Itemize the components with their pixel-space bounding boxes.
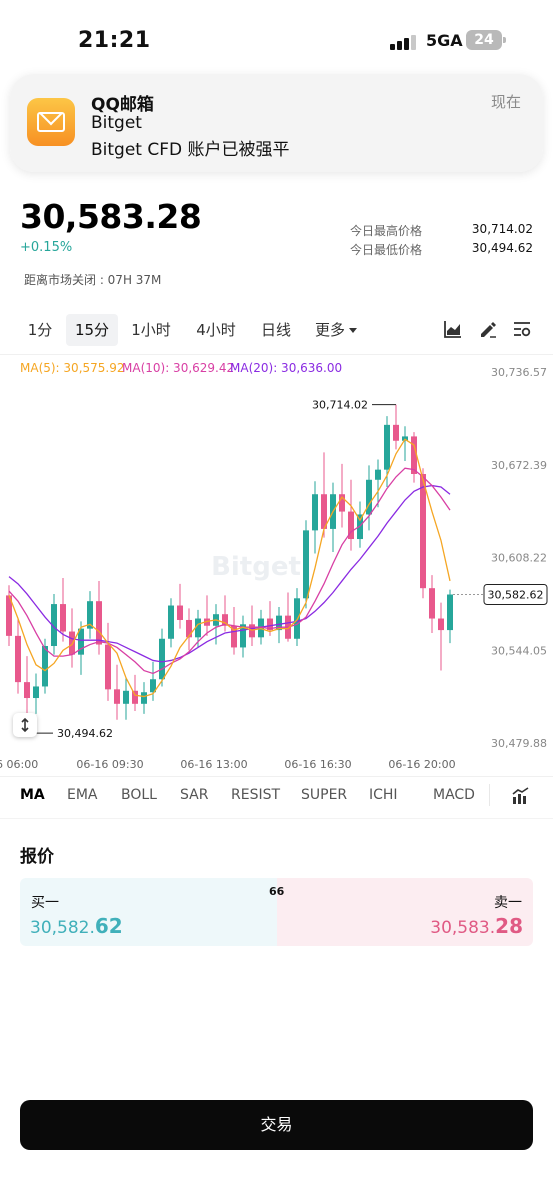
- network-type: 5GA: [426, 31, 463, 50]
- candle-body: [294, 598, 300, 639]
- ask-price: 30,583.28: [430, 914, 523, 938]
- x-tick-label: 6 06:00: [0, 758, 38, 771]
- candle-body: [420, 473, 426, 589]
- candle-body: [312, 494, 318, 531]
- y-tick-label: 30,479.88: [491, 737, 547, 750]
- candle-body: [105, 644, 111, 690]
- candle-body: [393, 424, 399, 441]
- x-tick-label: 06-16 16:30: [284, 758, 351, 771]
- candle-body: [168, 605, 174, 639]
- chart-resize-button[interactable]: [13, 713, 37, 737]
- notification-banner[interactable]: QQ邮箱 Bitget Bitget CFD 账户已被强平 现在: [10, 74, 543, 172]
- indicator-tab-boll[interactable]: BOLL: [121, 787, 157, 803]
- candle-body: [249, 624, 255, 638]
- tab-interval-more[interactable]: 更多: [310, 314, 362, 346]
- indicator-chart-icon[interactable]: [511, 786, 531, 806]
- tab-interval-15m[interactable]: 15分: [66, 314, 118, 346]
- tab-interval-1m[interactable]: 1分: [22, 314, 58, 346]
- candle-body: [438, 618, 444, 631]
- tab-interval-day[interactable]: 日线: [254, 314, 298, 346]
- candle-body: [96, 601, 102, 645]
- candle-body: [375, 469, 381, 480]
- candle-body: [123, 690, 129, 704]
- y-tick-label: 30,672.39: [491, 459, 547, 472]
- bid-panel[interactable]: 买一 30,582.62: [20, 878, 277, 946]
- chart-watermark: Bitget: [211, 552, 301, 582]
- area-chart-icon[interactable]: [443, 319, 463, 339]
- spread-value: 66: [269, 885, 285, 898]
- indicator-tab-sar[interactable]: SAR: [180, 787, 208, 803]
- candle-body: [69, 631, 75, 655]
- market-close-countdown: 距离市场关闭 : 07H 37M: [24, 273, 162, 287]
- indicator-tab-ma[interactable]: MA: [20, 787, 45, 803]
- candle-body: [447, 594, 453, 631]
- draw-tool-icon[interactable]: [478, 319, 498, 339]
- ask-label: 卖一: [494, 895, 522, 911]
- trade-button[interactable]: 交易: [20, 1100, 533, 1150]
- day-low-value: 30,494.62: [471, 241, 533, 255]
- candle-body: [186, 619, 192, 638]
- chart-settings-icon[interactable]: [512, 319, 532, 339]
- notification-time: 现在: [490, 93, 521, 111]
- indicator-tab-ema[interactable]: EMA: [67, 787, 98, 803]
- bid-price-decimal: 62: [94, 914, 123, 938]
- caret-down-icon: [349, 328, 357, 333]
- candle-body: [132, 690, 138, 704]
- candle-body: [60, 604, 66, 632]
- notification-app-name: QQ邮箱: [91, 95, 154, 115]
- candle-body: [15, 635, 21, 683]
- ask-price-main: 30,583.: [430, 918, 496, 938]
- current-price: 30,583.28: [20, 197, 202, 236]
- candle-body: [177, 605, 183, 620]
- candle-body: [384, 424, 390, 470]
- indicator-tab-macd[interactable]: MACD: [433, 787, 475, 803]
- notification-message: Bitget CFD 账户已被强平: [91, 140, 290, 160]
- tab-interval-4h[interactable]: 4小时: [188, 314, 244, 346]
- y-tick-label: 30,736.57: [491, 366, 547, 379]
- x-tick-label: 06-16 13:00: [180, 758, 247, 771]
- ask-panel[interactable]: 卖一 30,583.28: [277, 878, 533, 946]
- candle-body: [429, 588, 435, 619]
- quote-section-title: 报价: [20, 847, 54, 867]
- divider: [0, 818, 553, 819]
- current-price-label: 30,582.62: [488, 589, 544, 602]
- divider: [0, 776, 553, 777]
- day-high-value: 30,714.02: [471, 222, 533, 236]
- candle-body: [42, 645, 48, 687]
- bid-label: 买一: [31, 895, 59, 911]
- y-tick-label: 30,544.05: [491, 644, 547, 657]
- candle-body: [114, 689, 120, 704]
- price-change-percent: +0.15%: [20, 240, 73, 255]
- x-tick-label: 06-16 09:30: [76, 758, 143, 771]
- candle-body: [141, 692, 147, 704]
- high-annotation-label: 30,714.02: [312, 399, 368, 412]
- day-low-label: 今日最低价格: [350, 243, 423, 257]
- candle-body: [303, 530, 309, 599]
- cellular-signal-icon: [390, 34, 418, 50]
- candle-body: [33, 686, 39, 699]
- more-label: 更多: [314, 321, 345, 339]
- indicator-tab-super[interactable]: SUPER: [301, 787, 347, 803]
- indicator-tab-ichi[interactable]: ICHI: [369, 787, 398, 803]
- candlestick-chart[interactable]: Bitget 30,714.02 30,494.62 30,582.62 30,73…: [0, 355, 553, 775]
- tab-interval-1h[interactable]: 1小时: [126, 314, 176, 346]
- vertical-resize-icon: [21, 717, 29, 733]
- bid-price: 30,582.62: [30, 914, 123, 938]
- qq-mail-icon: [27, 98, 75, 146]
- low-annotation-label: 30,494.62: [57, 727, 113, 740]
- bid-price-main: 30,582.: [30, 918, 95, 938]
- candle-body: [24, 682, 30, 699]
- y-tick-label: 30,608.22: [491, 552, 547, 565]
- x-tick-label: 06-16 20:00: [388, 758, 455, 771]
- battery-icon: 24: [466, 30, 506, 50]
- notification-sender: Bitget: [91, 113, 142, 133]
- indicator-separator: [489, 784, 490, 806]
- day-high-label: 今日最高价格: [350, 224, 423, 238]
- candle-body: [159, 638, 165, 680]
- indicator-tab-resist[interactable]: RESIST: [231, 787, 280, 803]
- status-time: 21:21: [78, 28, 151, 53]
- ask-price-decimal: 28: [495, 914, 523, 938]
- status-bar: 21:21 5GA 24: [0, 0, 553, 70]
